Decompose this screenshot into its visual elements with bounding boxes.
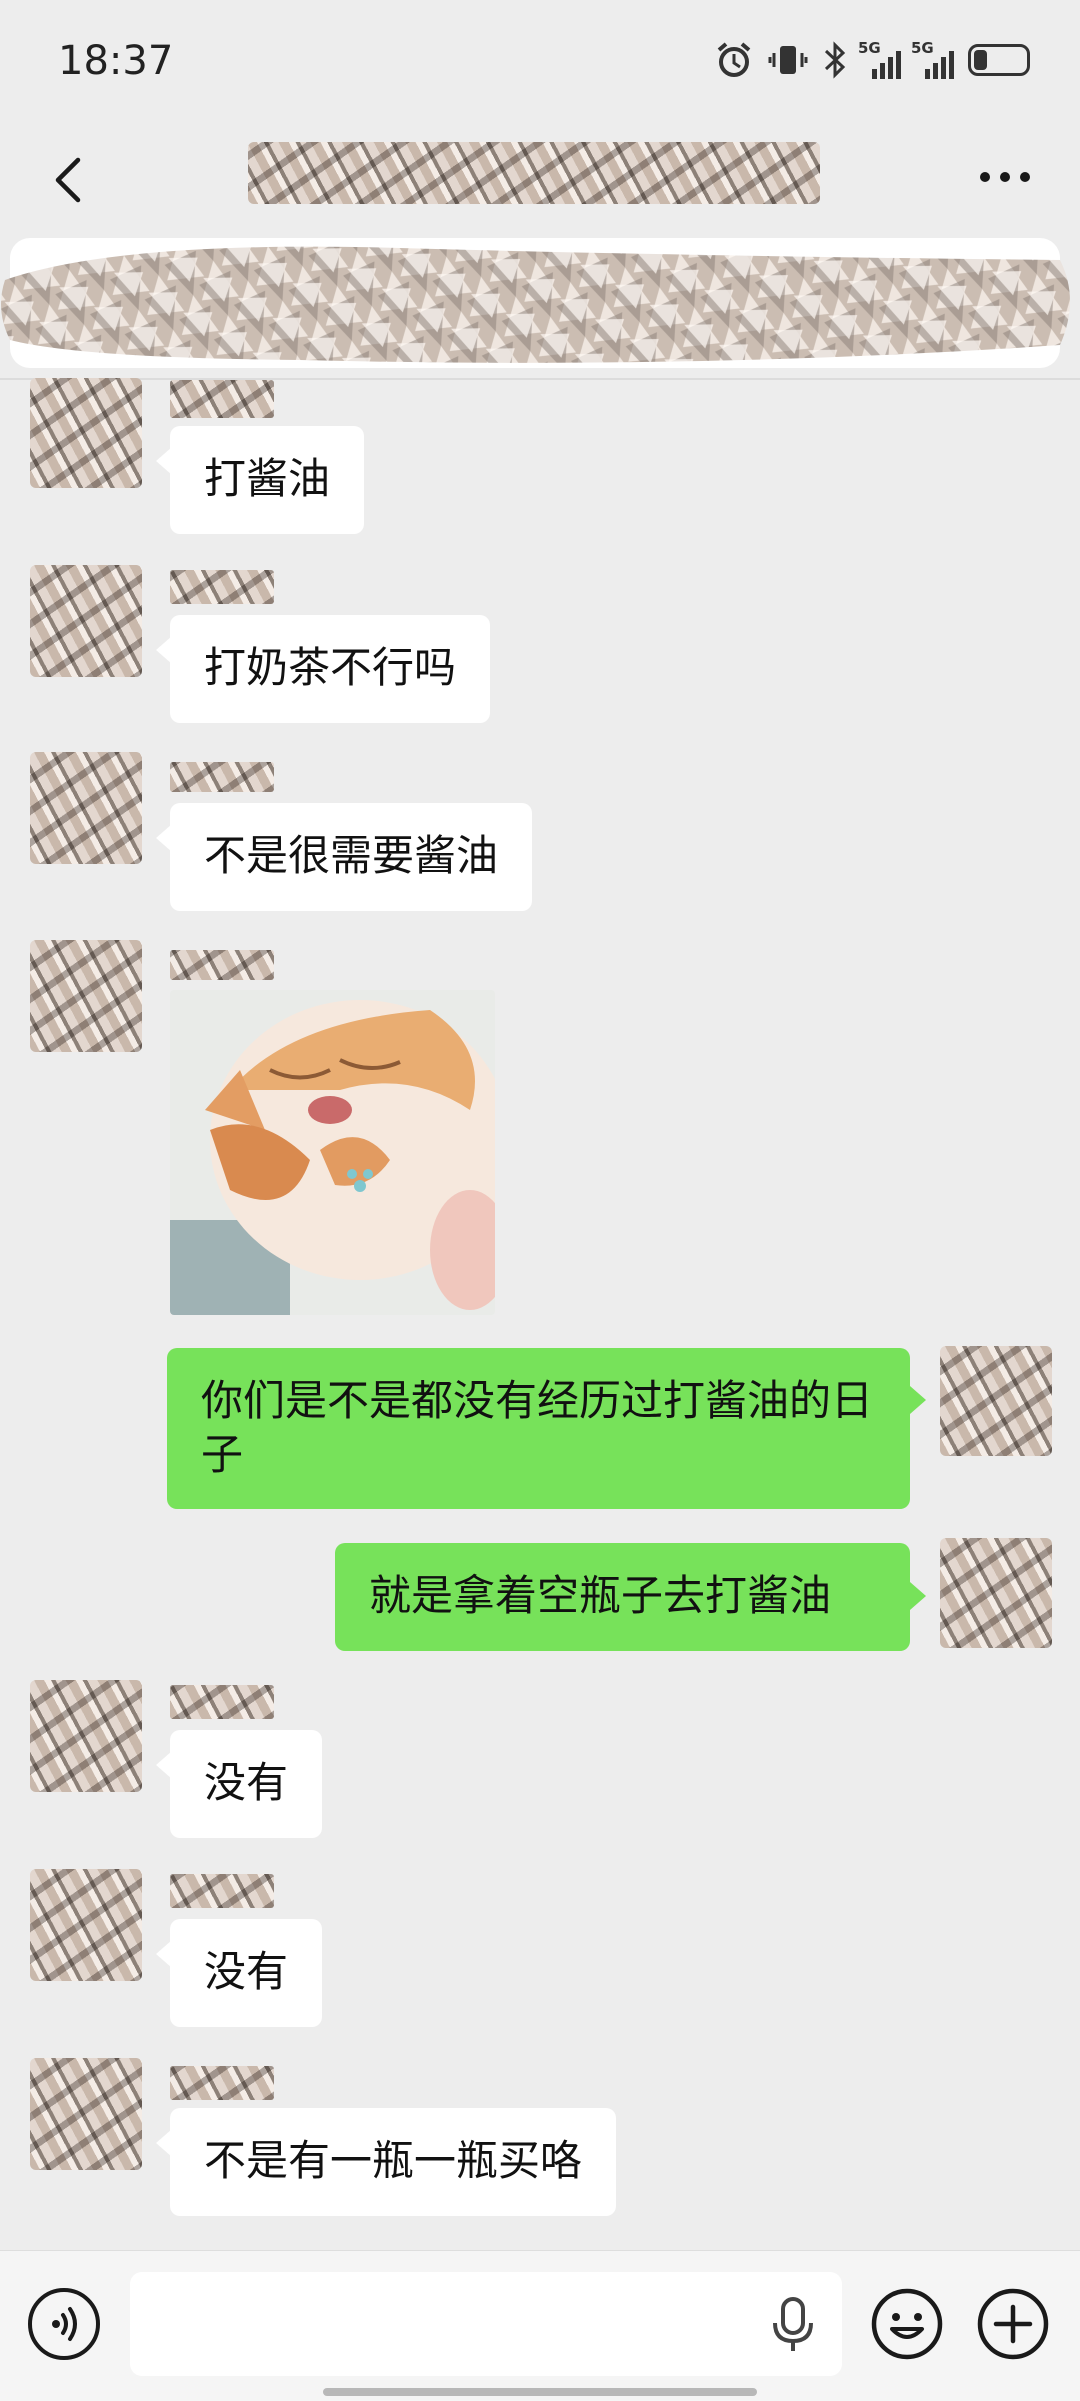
alarm-icon: [717, 42, 751, 77]
more-horizontal-icon[interactable]: [970, 152, 1040, 202]
cat-sticker-image: [170, 990, 495, 1315]
avatar[interactable]: [940, 1538, 1052, 1648]
message-bubble[interactable]: 就是拿着空瓶子去打酱油: [335, 1543, 910, 1651]
message-bubble[interactable]: 不是有一瓶一瓶买咯: [170, 2108, 617, 2216]
chat-title: [248, 142, 820, 204]
home-indicator[interactable]: [323, 2388, 757, 2396]
chat-header: [0, 130, 1080, 240]
redaction-scribble: [1, 238, 1070, 368]
emoji-icon[interactable]: [870, 2287, 944, 2361]
avatar[interactable]: [940, 1346, 1052, 1456]
bubble-tail: [910, 1386, 926, 1414]
avatar[interactable]: [30, 565, 142, 677]
avatar[interactable]: [30, 1869, 142, 1981]
bubble-tail: [910, 1582, 926, 1610]
avatar[interactable]: [30, 940, 142, 1052]
message-input[interactable]: [130, 2272, 842, 2376]
sender-name: [170, 2066, 274, 2100]
sender-name: [170, 950, 274, 980]
input-bar: [0, 2250, 1080, 2401]
sender-name: [170, 570, 274, 604]
plus-icon[interactable]: [976, 2287, 1050, 2361]
message-bubble[interactable]: 没有: [170, 1919, 323, 2027]
message-bubble[interactable]: 你们是不是都没有经历过打酱油的日子: [167, 1348, 910, 1509]
avatar[interactable]: [30, 752, 142, 864]
status-icons: 5G 5G: [714, 39, 1030, 80]
sender-name: [170, 1685, 274, 1719]
avatar[interactable]: [30, 2058, 142, 2170]
chevron-left-icon[interactable]: [40, 150, 100, 210]
microphone-icon[interactable]: [768, 2295, 818, 2355]
cellular-signal-icon: 5G: [911, 39, 954, 79]
cellular-signal-icon: 5G: [858, 39, 901, 79]
battery-icon: [968, 44, 1030, 76]
header-divider: [0, 378, 1080, 380]
message-bubble[interactable]: 打酱油: [170, 426, 365, 534]
sender-name: [170, 762, 274, 792]
sender-name: [170, 1874, 274, 1908]
status-bar: 18:37 5G 5G: [0, 0, 1080, 130]
network-type-label: 5G: [858, 39, 881, 57]
avatar[interactable]: [30, 378, 142, 488]
pinned-notice[interactable]: [0, 230, 1080, 380]
network-type-label: 5G: [911, 39, 934, 57]
voice-input-button[interactable]: [28, 2288, 100, 2360]
sound-wave-icon: [52, 2307, 77, 2341]
vibrate-icon: [768, 46, 808, 74]
sender-name: [170, 380, 274, 418]
bluetooth-icon: [824, 41, 846, 79]
avatar[interactable]: [30, 1680, 142, 1792]
message-bubble[interactable]: 打奶茶不行吗: [170, 615, 491, 723]
message-bubble[interactable]: 没有: [170, 1730, 323, 1838]
message-bubble[interactable]: 不是很需要酱油: [170, 803, 533, 911]
cat-sticker[interactable]: [170, 990, 495, 1315]
status-time: 18:37: [58, 38, 174, 84]
